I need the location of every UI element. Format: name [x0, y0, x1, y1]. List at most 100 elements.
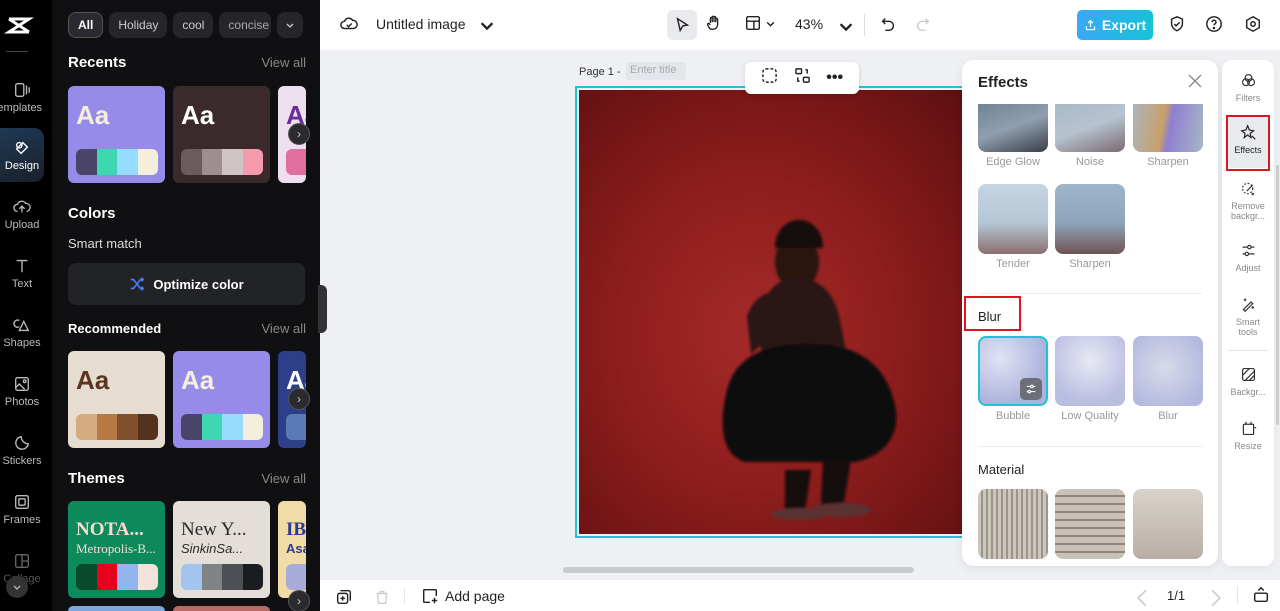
zoom-level[interactable]: 43% — [795, 16, 823, 32]
divider — [1228, 350, 1268, 351]
document-title[interactable]: Untitled image — [376, 16, 466, 32]
rail-item-photos[interactable]: Photos — [0, 364, 44, 418]
recents-view-all[interactable]: View all — [261, 55, 306, 70]
rail-item-stickers[interactable]: Stickers — [0, 423, 44, 477]
theme-card[interactable]: NOTA... Metropolis-B... — [68, 501, 165, 598]
page-panel-toggle-button[interactable] — [1252, 586, 1270, 604]
theme-card[interactable]: IBAsa — [278, 501, 306, 598]
effect-bubble[interactable]: Bubble — [978, 336, 1048, 422]
theme-card-partial[interactable] — [173, 606, 270, 611]
hand-tool-button[interactable] — [705, 14, 723, 32]
canvas-horizontal-scrollbar[interactable] — [563, 567, 914, 573]
select-tool-button[interactable] — [667, 10, 697, 40]
style-card[interactable]: Aa — [173, 351, 270, 448]
style-card[interactable]: Aa — [68, 351, 165, 448]
effect-low-quality[interactable]: Low Quality — [1055, 336, 1125, 422]
rail-item-shapes[interactable]: Shapes — [0, 305, 44, 359]
rail-item-frames[interactable]: Frames — [0, 482, 44, 536]
filters-icon — [1241, 73, 1255, 87]
collapse-panel-handle[interactable] — [318, 285, 327, 333]
cloud-saved-icon[interactable] — [340, 15, 358, 33]
recents-row: Aa Aa Aa — [68, 86, 306, 183]
prev-page-button[interactable] — [1133, 589, 1151, 607]
more-options-button[interactable]: ••• — [826, 69, 843, 87]
close-icon — [1188, 74, 1202, 88]
capcut-logo-icon[interactable] — [3, 10, 35, 40]
effect-blur[interactable]: Blur — [1133, 336, 1203, 422]
zoom-menu-chevron-icon[interactable] — [837, 17, 855, 35]
effect-tender[interactable]: Tender — [978, 184, 1048, 270]
effect-sharpen[interactable]: Sharpen — [1055, 184, 1125, 270]
page-title-input[interactable]: Enter title — [626, 62, 686, 80]
recommended-view-all[interactable]: View all — [261, 321, 306, 336]
rail-item-text[interactable]: Text — [0, 246, 44, 300]
tool-background[interactable]: Backgr... — [1222, 366, 1274, 397]
canvas-photo[interactable] — [579, 90, 971, 534]
effect-material-3[interactable] — [1133, 489, 1203, 559]
shield-button[interactable] — [1168, 15, 1186, 33]
chevron-down-icon — [13, 585, 21, 590]
chip-all[interactable]: All — [68, 12, 104, 38]
palette-swatch — [76, 149, 97, 175]
palette-swatches — [286, 414, 306, 440]
export-button[interactable]: Export — [1077, 10, 1153, 40]
filter-chips: All Holiday cool concise — [68, 12, 304, 38]
recommended-next-button[interactable]: › — [288, 388, 310, 410]
tool-remove-background[interactable]: Remove backgr... — [1222, 180, 1274, 221]
card-sample-text: Aa — [181, 365, 215, 395]
chevron-right-icon: › — [297, 127, 301, 141]
tool-strip-scrollbar[interactable] — [1276, 165, 1279, 425]
style-card[interactable]: Aa — [173, 86, 270, 183]
theme-subtitle: SinkinSa... — [181, 541, 244, 556]
effect-label: Noise — [1075, 156, 1105, 168]
palette-swatch — [117, 414, 138, 440]
tool-filters[interactable]: Filters — [1222, 72, 1274, 103]
palette-swatch — [286, 149, 306, 175]
effect-label: Tender — [996, 258, 1030, 270]
next-page-button[interactable] — [1207, 589, 1225, 607]
rail-item-templates[interactable]: Templates — [0, 70, 44, 124]
recents-next-button[interactable]: › — [288, 123, 310, 145]
settings-button[interactable] — [1244, 15, 1262, 33]
rail-item-design[interactable]: Design — [0, 128, 44, 182]
adjust-effect-button[interactable] — [1020, 378, 1042, 400]
right-tool-strip: Filters Effects Remove backgr... Adjust … — [1222, 60, 1274, 566]
add-page-button[interactable]: Add page — [421, 587, 505, 605]
style-card[interactable]: Aa — [68, 86, 165, 183]
chevron-right-icon: › — [297, 594, 301, 608]
themes-view-all[interactable]: View all — [261, 471, 306, 486]
close-panel-button[interactable] — [1188, 74, 1202, 93]
chip-holiday[interactable]: Holiday — [109, 12, 168, 38]
smart-crop-button[interactable] — [761, 67, 778, 89]
effect-material-2[interactable] — [1055, 489, 1125, 559]
tool-smart-tools[interactable]: Smart tools — [1222, 296, 1274, 337]
optimize-color-button[interactable]: Optimize color — [68, 263, 305, 305]
chips-more-button[interactable] — [277, 12, 304, 38]
palette-swatch — [286, 564, 306, 590]
rail-expand-button[interactable] — [6, 576, 28, 598]
palette-swatch — [117, 149, 138, 175]
layout-menu-button[interactable] — [744, 14, 776, 32]
tool-adjust[interactable]: Adjust — [1222, 242, 1274, 273]
chip-cool[interactable]: cool — [173, 12, 214, 38]
stickers-icon — [15, 435, 30, 450]
swap-button[interactable] — [794, 67, 811, 89]
colors-title: Colors — [68, 205, 116, 222]
palette-swatches — [76, 564, 158, 590]
theme-card[interactable]: New Y... SinkinSa... — [173, 501, 270, 598]
palette-swatch — [137, 564, 158, 590]
duplicate-page-button[interactable] — [335, 588, 353, 606]
undo-button[interactable] — [879, 15, 897, 33]
tool-resize[interactable]: Resize — [1222, 420, 1274, 451]
themes-next-button[interactable]: › — [288, 590, 310, 611]
help-button[interactable] — [1205, 15, 1223, 33]
delete-page-button[interactable] — [373, 588, 391, 606]
title-menu-chevron-icon[interactable] — [478, 16, 496, 34]
theme-card-partial[interactable] — [68, 606, 165, 611]
text-icon — [16, 259, 28, 272]
redo-button[interactable] — [914, 15, 932, 33]
chip-concise[interactable]: concise — [219, 12, 272, 38]
rail-item-upload[interactable]: Upload — [0, 187, 44, 241]
effect-material-1[interactable] — [978, 489, 1048, 559]
shapes-icon — [13, 318, 30, 331]
